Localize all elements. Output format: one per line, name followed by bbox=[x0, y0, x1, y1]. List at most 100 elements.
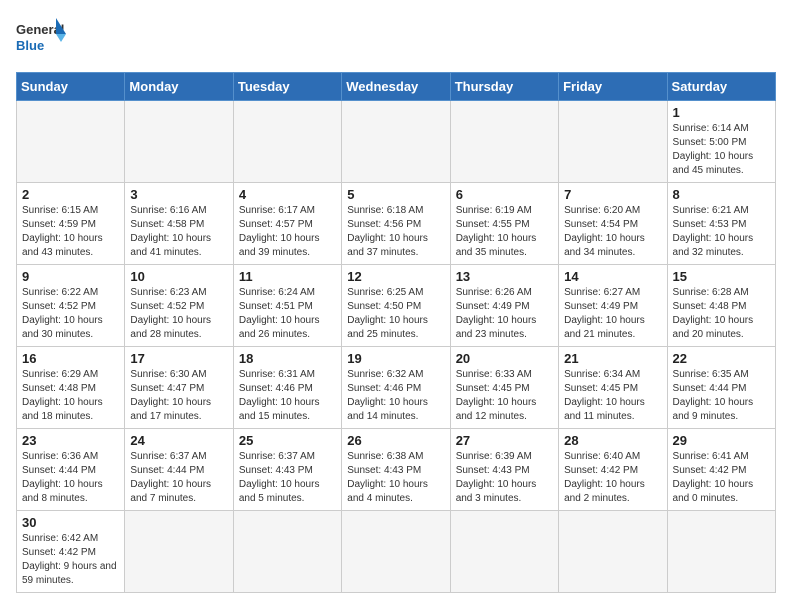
day-cell: 15 Sunrise: 6:28 AM Sunset: 4:48 PM Dayli… bbox=[667, 265, 775, 347]
day-number: 12 bbox=[347, 269, 444, 284]
day-number: 11 bbox=[239, 269, 336, 284]
day-number: 9 bbox=[22, 269, 119, 284]
day-info: Sunrise: 6:25 AM Sunset: 4:50 PM Dayligh… bbox=[347, 286, 444, 342]
day-cell: 22 Sunrise: 6:35 AM Sunset: 4:44 PM Dayli… bbox=[667, 347, 775, 429]
day-cell bbox=[233, 101, 341, 183]
day-number: 22 bbox=[673, 351, 770, 366]
day-cell: 26Sunrise: 6:38 AM Sunset: 4:43 PM Dayli… bbox=[342, 429, 450, 511]
day-cell: 3Sunrise: 6:16 AM Sunset: 4:58 PM Daylig… bbox=[125, 183, 233, 265]
day-info: Sunrise: 6:37 AM Sunset: 4:44 PM Dayligh… bbox=[130, 450, 227, 506]
day-cell: 24 Sunrise: 6:37 AM Sunset: 4:44 PM Dayli… bbox=[125, 429, 233, 511]
day-number: 26 bbox=[347, 433, 444, 448]
day-info: Sunrise: 6:20 AM Sunset: 4:54 PM Dayligh… bbox=[564, 204, 661, 260]
day-info: Sunrise: 6:24 AM Sunset: 4:51 PM Dayligh… bbox=[239, 286, 336, 342]
day-number: 16 bbox=[22, 351, 119, 366]
day-cell bbox=[667, 511, 775, 593]
day-info: Sunrise: 6:29 AM Sunset: 4:48 PM Dayligh… bbox=[22, 368, 119, 424]
day-info: Sunrise: 6:26 AM Sunset: 4:49 PM Dayligh… bbox=[456, 286, 553, 342]
day-cell: 7 Sunrise: 6:20 AM Sunset: 4:54 PM Daylig… bbox=[559, 183, 667, 265]
day-info: Sunrise: 6:40 AM Sunset: 4:42 PM Dayligh… bbox=[564, 450, 661, 506]
day-number: 8 bbox=[673, 187, 770, 202]
day-number: 15 bbox=[673, 269, 770, 284]
day-info: Sunrise: 6:23 AM Sunset: 4:52 PM Dayligh… bbox=[130, 286, 227, 342]
day-number: 10 bbox=[130, 269, 227, 284]
day-info: Sunrise: 6:21 AM Sunset: 4:53 PM Dayligh… bbox=[673, 204, 770, 260]
day-cell: 27 Sunrise: 6:39 AM Sunset: 4:43 PM Dayli… bbox=[450, 429, 558, 511]
day-cell: 2 Sunrise: 6:15 AM Sunset: 4:59 PM Daylig… bbox=[17, 183, 125, 265]
day-cell: 18Sunrise: 6:31 AM Sunset: 4:46 PM Dayli… bbox=[233, 347, 341, 429]
day-cell bbox=[233, 511, 341, 593]
day-cell bbox=[450, 101, 558, 183]
day-number: 29 bbox=[673, 433, 770, 448]
week-row-2: 2 Sunrise: 6:15 AM Sunset: 4:59 PM Daylig… bbox=[17, 183, 776, 265]
svg-text:Blue: Blue bbox=[16, 38, 44, 53]
day-info: Sunrise: 6:34 AM Sunset: 4:45 PM Dayligh… bbox=[564, 368, 661, 424]
day-info: Sunrise: 6:28 AM Sunset: 4:48 PM Dayligh… bbox=[673, 286, 770, 342]
day-cell bbox=[17, 101, 125, 183]
week-row-5: 23 Sunrise: 6:36 AM Sunset: 4:44 PM Dayli… bbox=[17, 429, 776, 511]
day-info: Sunrise: 6:30 AM Sunset: 4:47 PM Dayligh… bbox=[130, 368, 227, 424]
day-cell: 29Sunrise: 6:41 AM Sunset: 4:42 PM Dayli… bbox=[667, 429, 775, 511]
day-cell: 28 Sunrise: 6:40 AM Sunset: 4:42 PM Dayli… bbox=[559, 429, 667, 511]
day-number: 21 bbox=[564, 351, 661, 366]
day-number: 1 bbox=[673, 105, 770, 120]
week-row-6: 30 Sunrise: 6:42 AM Sunset: 4:42 PM Dayli… bbox=[17, 511, 776, 593]
day-number: 7 bbox=[564, 187, 661, 202]
day-info: Sunrise: 6:33 AM Sunset: 4:45 PM Dayligh… bbox=[456, 368, 553, 424]
day-number: 6 bbox=[456, 187, 553, 202]
day-cell bbox=[450, 511, 558, 593]
day-cell bbox=[342, 511, 450, 593]
day-cell: 14Sunrise: 6:27 AM Sunset: 4:49 PM Dayli… bbox=[559, 265, 667, 347]
day-cell: 9Sunrise: 6:22 AM Sunset: 4:52 PM Daylig… bbox=[17, 265, 125, 347]
day-info: Sunrise: 6:17 AM Sunset: 4:57 PM Dayligh… bbox=[239, 204, 336, 260]
day-number: 2 bbox=[22, 187, 119, 202]
day-cell bbox=[342, 101, 450, 183]
day-cell: 21 Sunrise: 6:34 AM Sunset: 4:45 PM Dayli… bbox=[559, 347, 667, 429]
day-number: 23 bbox=[22, 433, 119, 448]
day-number: 28 bbox=[564, 433, 661, 448]
day-info: Sunrise: 6:35 AM Sunset: 4:44 PM Dayligh… bbox=[673, 368, 770, 424]
day-info: Sunrise: 6:14 AM Sunset: 5:00 PM Dayligh… bbox=[673, 122, 770, 178]
day-cell: 8 Sunrise: 6:21 AM Sunset: 4:53 PM Daylig… bbox=[667, 183, 775, 265]
week-row-4: 16 Sunrise: 6:29 AM Sunset: 4:48 PM Dayli… bbox=[17, 347, 776, 429]
day-cell: 1 Sunrise: 6:14 AM Sunset: 5:00 PM Daylig… bbox=[667, 101, 775, 183]
day-number: 19 bbox=[347, 351, 444, 366]
day-info: Sunrise: 6:16 AM Sunset: 4:58 PM Dayligh… bbox=[130, 204, 227, 260]
day-number: 27 bbox=[456, 433, 553, 448]
weekday-header-wednesday: Wednesday bbox=[342, 73, 450, 101]
day-number: 5 bbox=[347, 187, 444, 202]
day-info: Sunrise: 6:39 AM Sunset: 4:43 PM Dayligh… bbox=[456, 450, 553, 506]
day-cell bbox=[125, 511, 233, 593]
weekday-header-sunday: Sunday bbox=[17, 73, 125, 101]
day-cell: 5 Sunrise: 6:18 AM Sunset: 4:56 PM Daylig… bbox=[342, 183, 450, 265]
day-info: Sunrise: 6:18 AM Sunset: 4:56 PM Dayligh… bbox=[347, 204, 444, 260]
calendar: SundayMondayTuesdayWednesdayThursdayFrid… bbox=[16, 72, 776, 593]
day-cell: 13Sunrise: 6:26 AM Sunset: 4:49 PM Dayli… bbox=[450, 265, 558, 347]
weekday-header-friday: Friday bbox=[559, 73, 667, 101]
day-cell: 12 Sunrise: 6:25 AM Sunset: 4:50 PM Dayli… bbox=[342, 265, 450, 347]
weekday-header-tuesday: Tuesday bbox=[233, 73, 341, 101]
day-cell: 30 Sunrise: 6:42 AM Sunset: 4:42 PM Dayli… bbox=[17, 511, 125, 593]
day-number: 24 bbox=[130, 433, 227, 448]
day-cell: 25Sunrise: 6:37 AM Sunset: 4:43 PM Dayli… bbox=[233, 429, 341, 511]
day-number: 14 bbox=[564, 269, 661, 284]
day-info: Sunrise: 6:36 AM Sunset: 4:44 PM Dayligh… bbox=[22, 450, 119, 506]
day-info: Sunrise: 6:42 AM Sunset: 4:42 PM Dayligh… bbox=[22, 532, 119, 588]
day-cell: 10 Sunrise: 6:23 AM Sunset: 4:52 PM Dayli… bbox=[125, 265, 233, 347]
day-cell bbox=[559, 101, 667, 183]
day-cell: 6 Sunrise: 6:19 AM Sunset: 4:55 PM Daylig… bbox=[450, 183, 558, 265]
header: General Blue bbox=[16, 16, 776, 60]
day-number: 17 bbox=[130, 351, 227, 366]
day-cell: 16 Sunrise: 6:29 AM Sunset: 4:48 PM Dayli… bbox=[17, 347, 125, 429]
day-cell: 11 Sunrise: 6:24 AM Sunset: 4:51 PM Dayli… bbox=[233, 265, 341, 347]
logo-svg-icon: General Blue bbox=[16, 16, 66, 60]
day-info: Sunrise: 6:37 AM Sunset: 4:43 PM Dayligh… bbox=[239, 450, 336, 506]
day-info: Sunrise: 6:15 AM Sunset: 4:59 PM Dayligh… bbox=[22, 204, 119, 260]
day-number: 30 bbox=[22, 515, 119, 530]
weekday-header-thursday: Thursday bbox=[450, 73, 558, 101]
day-info: Sunrise: 6:19 AM Sunset: 4:55 PM Dayligh… bbox=[456, 204, 553, 260]
day-number: 4 bbox=[239, 187, 336, 202]
day-cell bbox=[125, 101, 233, 183]
day-info: Sunrise: 6:32 AM Sunset: 4:46 PM Dayligh… bbox=[347, 368, 444, 424]
week-row-1: 1 Sunrise: 6:14 AM Sunset: 5:00 PM Daylig… bbox=[17, 101, 776, 183]
